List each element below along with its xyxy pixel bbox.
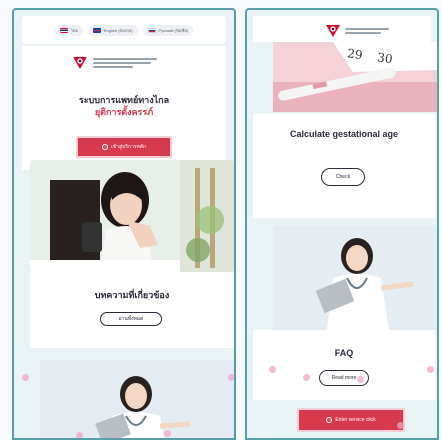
gestational-age-card: Calculate gestational age Check	[253, 114, 435, 218]
enter-service-label: Enter service click	[335, 417, 376, 423]
enter-service-label: เข้าสู่บริการหลัก	[111, 144, 146, 150]
enter-service-button[interactable]: › Enter service click	[299, 410, 403, 430]
article-image-doctor	[40, 360, 234, 438]
language-bar: ไทย English (อังกฤษ) Русский (รัสเซีย)	[22, 16, 226, 44]
language-option-english[interactable]: English (อังกฤษ)	[87, 24, 138, 36]
header-logo	[325, 24, 389, 38]
russia-flag-icon	[147, 27, 156, 33]
enter-service-button[interactable]: › เข้าสู่บริการหลัก	[78, 138, 170, 156]
app-preview-stage: ไทย English (อังกฤษ) Русский (รัสเซีย) ร…	[0, 0, 442, 440]
faq-title: FAQ	[334, 348, 354, 358]
article-image-woman-phone	[30, 160, 234, 272]
mobile-screen-english: 29 30 Calculate gestational age Check FA…	[245, 8, 439, 440]
check-button[interactable]: Check	[321, 168, 365, 186]
faq-card: FAQ Read more	[253, 330, 435, 400]
language-label: Русский (รัสเซีย)	[158, 27, 189, 33]
pregnancy-test-photo: 29 30	[273, 42, 437, 112]
pregnancy-test-image: 29 30	[273, 42, 437, 112]
faq-image-doctor	[273, 226, 437, 330]
header-logo	[72, 56, 157, 70]
logo-wordmark	[345, 28, 389, 34]
clinic-logo-icon	[326, 25, 340, 37]
svg-text:29: 29	[346, 46, 363, 62]
arrow-right-icon: ›	[326, 417, 333, 423]
clinic-logo-icon	[73, 57, 87, 69]
mobile-screen-thai: ไทย English (อังกฤษ) Русский (รัสเซีย) ร…	[12, 8, 236, 440]
related-articles-card: บทความที่เกี่ยวข้อง อ่านทั้งหมด	[30, 272, 234, 348]
page-title: ระบบการแพทย์ทางไกล	[78, 95, 170, 105]
page-subtitle: ยุติการตั้งครรภ์	[94, 107, 154, 117]
gestational-age-title: Calculate gestational age	[289, 129, 399, 139]
language-option-russian[interactable]: Русский (รัสเซีย)	[142, 24, 194, 36]
woman-phone-photo	[30, 160, 234, 272]
thai-flag-icon	[59, 27, 68, 33]
language-option-thai[interactable]: ไทย	[54, 24, 83, 36]
doctor-laptop-photo	[40, 360, 234, 438]
read-more-button[interactable]: Read more	[319, 370, 369, 386]
language-label: ไทย	[70, 27, 78, 33]
uk-flag-icon	[92, 27, 101, 33]
language-label: English (อังกฤษ)	[103, 27, 133, 33]
logo-wordmark	[93, 58, 157, 68]
read-all-button[interactable]: อ่านทั้งหมด	[100, 312, 162, 326]
related-articles-title: บทความที่เกี่ยวข้อง	[94, 290, 170, 300]
arrow-right-icon: ›	[102, 144, 109, 150]
doctor-laptop-photo	[273, 226, 437, 330]
svg-text:30: 30	[376, 50, 393, 66]
header-bar	[253, 16, 431, 42]
hero-card: ระบบการแพทย์ทางไกล ยุติการตั้งครรภ์ › เข…	[22, 46, 226, 170]
